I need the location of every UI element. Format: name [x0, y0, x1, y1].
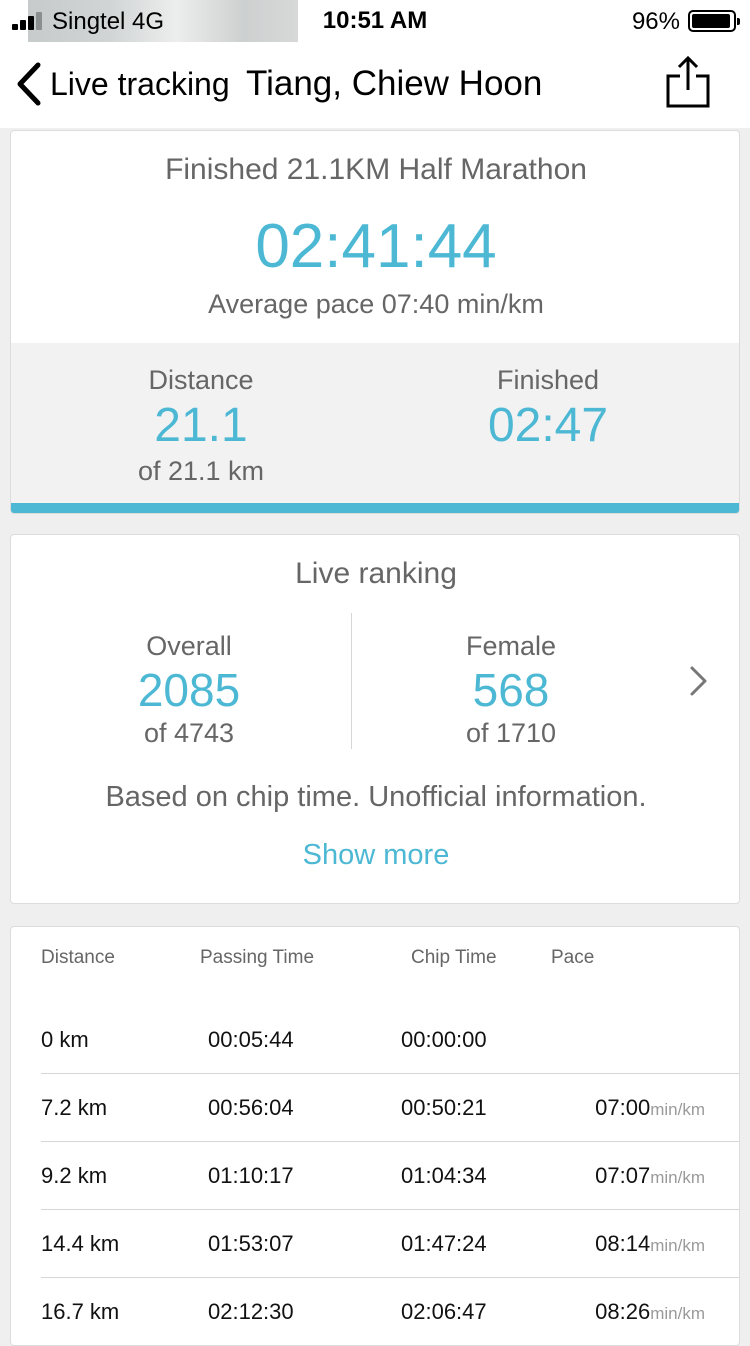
- split-pace: 07:00min/km: [505, 1095, 705, 1121]
- page-title: Tiang, Chiew Hoon: [246, 64, 543, 103]
- split-pace-value: 08:14: [595, 1231, 651, 1256]
- column-header-passing-time: Passing Time: [200, 947, 315, 968]
- table-row: 16.7 km 02:12:30 02:06:47 08:26min/km: [11, 1277, 739, 1345]
- stats-panel: Distance 21.1 of 21.1 km Finished 02:47: [11, 343, 739, 505]
- race-progress-fill: [11, 503, 739, 513]
- column-header-distance: Distance: [41, 947, 115, 968]
- split-distance: 0 km: [41, 1027, 89, 1052]
- race-status-title: Finished 21.1KM Half Marathon: [165, 153, 587, 186]
- split-chip-time: 00:00:00: [401, 1027, 487, 1052]
- split-passing-time: 01:10:17: [208, 1163, 294, 1188]
- female-label: Female: [465, 631, 557, 661]
- female-value: 568: [472, 664, 550, 716]
- finished-stat: Finished 02:47: [378, 343, 718, 452]
- overall-value: 2085: [137, 664, 241, 716]
- finished-label: Finished: [496, 365, 600, 395]
- table-row: 7.2 km 00:56:04 00:50:21 07:00min/km: [11, 1073, 739, 1141]
- split-pace: 08:26min/km: [505, 1299, 705, 1325]
- column-header-chip-time: Chip Time: [411, 947, 497, 968]
- split-pace-unit: min/km: [650, 1236, 705, 1255]
- split-chip-time: 01:47:24: [401, 1231, 487, 1256]
- split-distance: 14.4 km: [41, 1231, 120, 1256]
- ranking-disclaimer: Based on chip time. Unofficial informati…: [105, 781, 647, 813]
- split-distance: 16.7 km: [41, 1299, 120, 1324]
- split-pace-unit: min/km: [650, 1168, 705, 1187]
- battery-icon: [688, 10, 740, 32]
- distance-stat: Distance 21.1 of 21.1 km: [31, 343, 371, 487]
- table-row: 14.4 km 01:53:07 01:47:24 08:14min/km: [11, 1209, 739, 1277]
- split-pace: 08:14min/km: [505, 1231, 705, 1257]
- live-ranking-title: Live ranking: [295, 557, 457, 590]
- split-passing-time: 01:53:07: [208, 1231, 294, 1256]
- status-bar: Singtel 4G 10:51 AM 96%: [0, 0, 750, 70]
- split-pace-value: 08:26: [595, 1299, 651, 1324]
- finished-value: 02:47: [487, 399, 609, 452]
- overall-label: Overall: [146, 631, 232, 661]
- distance-value: 21.1: [154, 399, 248, 452]
- finish-time: 02:41:44: [255, 212, 497, 281]
- split-pace-unit: min/km: [650, 1100, 705, 1119]
- navigation-bar: Live tracking Tiang, Chiew Hoon: [0, 42, 750, 128]
- chevron-left-icon: [17, 62, 41, 106]
- split-chip-time: 02:06:47: [401, 1299, 487, 1324]
- back-button-label: Live tracking: [50, 65, 230, 102]
- distance-total: of 21.1 km: [137, 456, 265, 486]
- split-pace-value: 07:07: [595, 1163, 651, 1188]
- show-more-link[interactable]: Show more: [11, 839, 741, 872]
- distance-label: Distance: [148, 365, 254, 395]
- finish-summary-card: Finished 21.1KM Half Marathon 02:41:44 A…: [10, 130, 740, 514]
- split-passing-time: 02:12:30: [208, 1299, 294, 1324]
- table-row: 9.2 km 01:10:17 01:04:34 07:07min/km: [11, 1141, 739, 1209]
- back-button[interactable]: Live tracking: [14, 60, 230, 108]
- table-row: 0 km 00:05:44 00:00:00: [11, 1005, 739, 1073]
- live-ranking-card[interactable]: Live ranking Overall 2085 of 4743 Female…: [10, 534, 740, 904]
- female-rank: Female 568 of 1710: [341, 631, 681, 749]
- split-pace-unit: min/km: [650, 1304, 705, 1323]
- race-progress-bar: [11, 503, 739, 513]
- split-pace: 07:07min/km: [505, 1163, 705, 1189]
- battery-percentage: 96%: [631, 8, 680, 35]
- split-distance: 7.2 km: [41, 1095, 108, 1120]
- overall-rank: Overall 2085 of 4743: [19, 631, 359, 749]
- split-distance: 9.2 km: [41, 1163, 108, 1188]
- split-passing-time: 00:05:44: [208, 1027, 294, 1052]
- chevron-right-icon[interactable]: [689, 665, 709, 697]
- average-pace: Average pace 07:40 min/km: [208, 289, 544, 319]
- split-pace-value: 07:00: [595, 1095, 651, 1120]
- splits-table: Distance Passing Time Chip Time Pace 0 k…: [10, 926, 740, 1346]
- overall-total: of 4743: [143, 718, 235, 748]
- column-header-pace: Pace: [551, 947, 595, 968]
- female-total: of 1710: [465, 718, 557, 748]
- split-chip-time: 00:50:21: [401, 1095, 487, 1120]
- share-icon[interactable]: [666, 54, 710, 108]
- split-passing-time: 00:56:04: [208, 1095, 294, 1120]
- split-chip-time: 01:04:34: [401, 1163, 487, 1188]
